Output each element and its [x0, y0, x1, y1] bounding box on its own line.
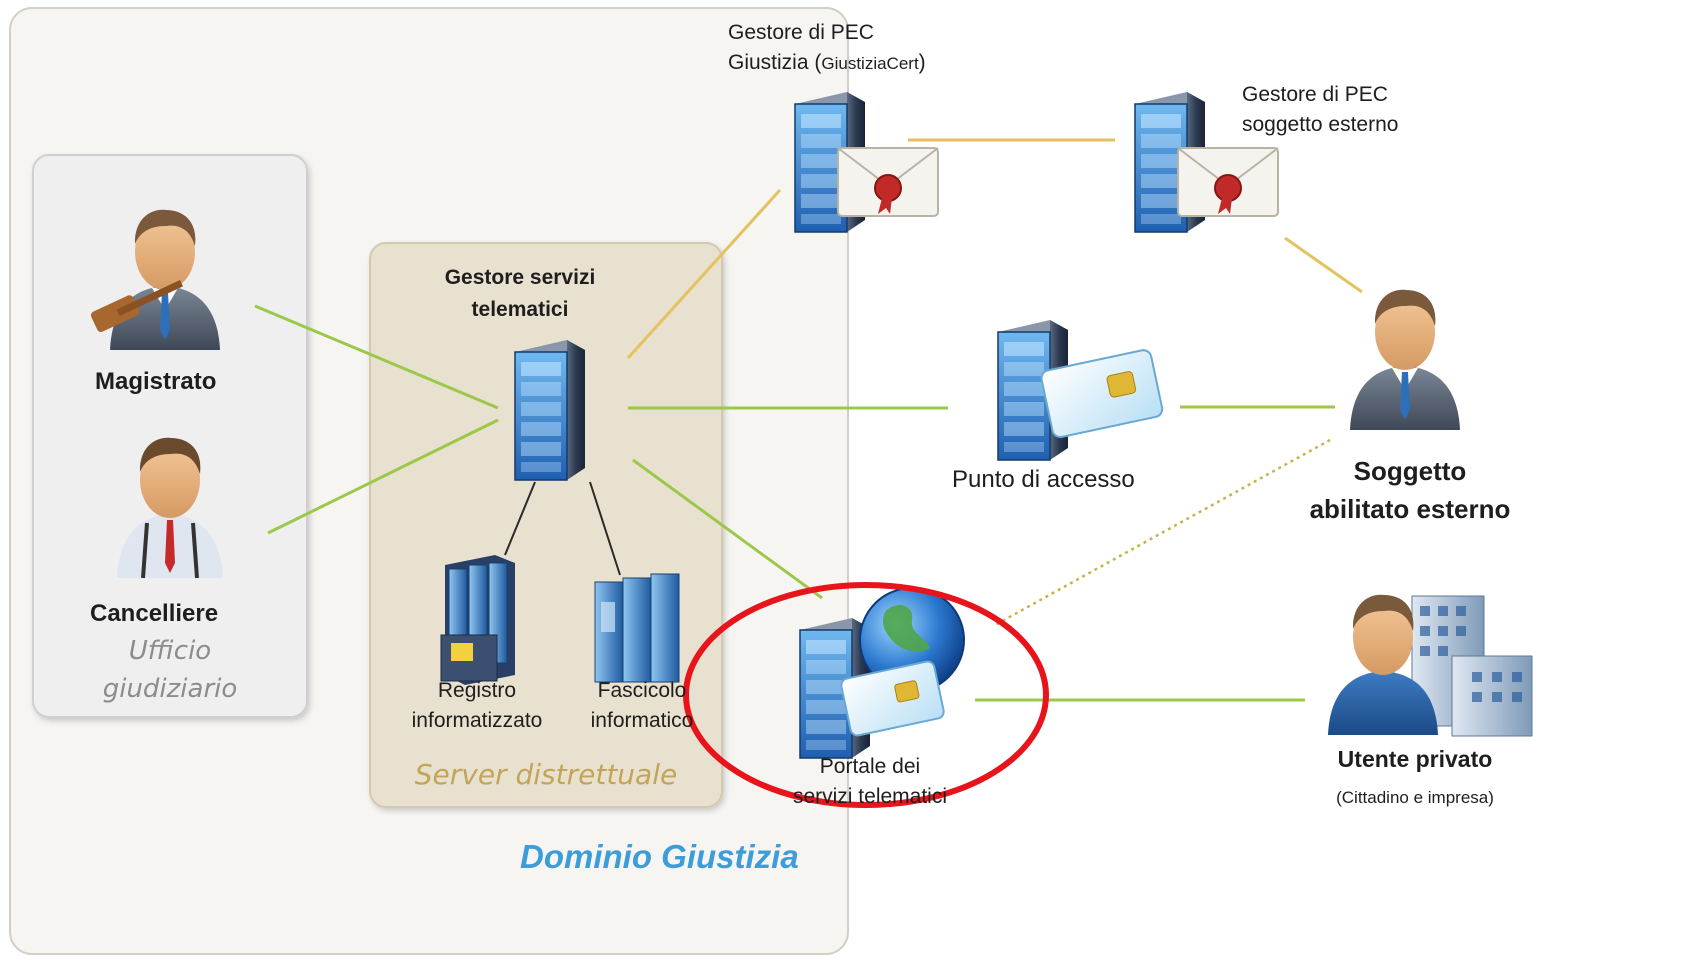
- ufficio-giudiziario-label: Ufficio giudiziario: [102, 636, 238, 704]
- utente-privato-sublabel: (Cittadino e impresa): [1336, 788, 1494, 807]
- cancelliere-label: Cancelliere: [90, 600, 219, 627]
- dominio-giustizia-label: Dominio Giustizia: [520, 838, 799, 875]
- soggetto-esterno-icon: [1350, 289, 1460, 430]
- pec-giustizia-label: Gestore di PEC Giustizia (GiustiziaCert): [728, 21, 926, 74]
- pec-giustizia-envelope-icon: [837, 147, 939, 217]
- utente-privato-label: Utente privato: [1337, 746, 1493, 772]
- line-pec-esterno-soggetto: [1284, 236, 1363, 294]
- registro-label: Registro informatizzato: [411, 679, 543, 732]
- magistrato-label: Magistrato: [95, 368, 217, 395]
- soggetto-esterno-label: Soggetto abilitato esterno: [1309, 456, 1511, 524]
- gestore-servizi-title: Gestore servizi telematici: [444, 266, 596, 321]
- giustiziacert-label: GiustiziaCert: [821, 54, 919, 73]
- fascicolo-label: Fascicolo informatico: [590, 679, 694, 732]
- pec-esterno-envelope-icon: [1177, 147, 1279, 217]
- pec-esterno-label: Gestore di PEC soggetto esterno: [1242, 83, 1399, 136]
- fascicolo-icon: [594, 573, 680, 683]
- registro-icon: [440, 555, 515, 685]
- punto-accesso-label: Punto di accesso: [952, 466, 1135, 493]
- server-distrettuale-label: Server distrettuale: [414, 758, 678, 791]
- gestore-servizi-server-icon: [514, 339, 586, 481]
- portale-label: Portale dei servizi telematici: [792, 755, 948, 808]
